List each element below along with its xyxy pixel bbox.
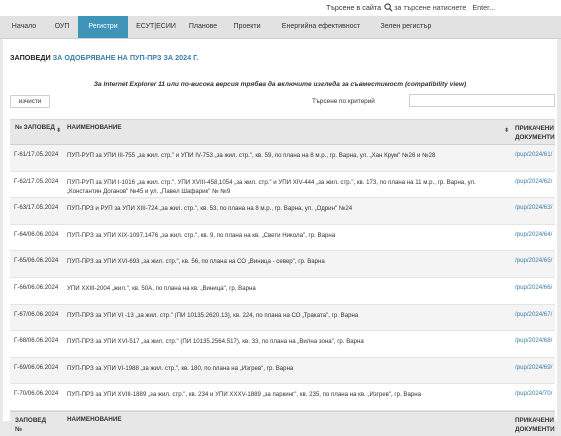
table-body: Г-61/17.05.2024 ПУП-РУП за УПИ III-755 „… xyxy=(10,145,555,411)
attached-doc-link[interactable]: /pup/2024/69/ xyxy=(515,364,552,371)
page-title-rest: ЗА ОДОБРЯВАНЕ НА ПУП-ПРЗ ЗА 2024 Г. xyxy=(52,53,199,62)
attached-doc-link[interactable]: /pup/2024/67/ xyxy=(515,311,552,318)
main-nav: Начало ОУП Регистри ЕСУТ|ЕСИИ Планове Пр… xyxy=(0,16,561,39)
compatibility-notice: За Internet Explorer 11 или по-висока ве… xyxy=(93,81,467,88)
table-row: Г-63/17.05.2024 ПУП-ПРЗ и РУП за УПИ XII… xyxy=(10,198,555,225)
nav-item-projects[interactable]: Проекти xyxy=(229,16,265,38)
table-row: Г-64/06.06.2024 ПУП-ПРЗ за УПИ XIX-1097,… xyxy=(10,224,555,252)
column-header-docs-line1: ПРИКАЧЕНИ xyxy=(515,125,554,132)
footer-column-docs: ПРИКАЧЕНИ ДОКУМЕНТИ xyxy=(515,416,555,434)
nav-item-oup[interactable]: ОУП xyxy=(46,16,78,38)
filter-input[interactable] xyxy=(409,94,555,107)
search-input[interactable] xyxy=(394,3,535,12)
table-row: Г-67/06.06.2024 ПУП-ПРЗ за УПИ VI -13 „з… xyxy=(10,304,555,332)
order-number: Г-62/17.05.2024 xyxy=(14,177,59,185)
table-header: № ЗАПОВЕД ⬍ НАИМЕНОВАНИЕ ⬍ ПРИКАЧЕНИ ДОК… xyxy=(10,119,555,145)
order-name: ПУП-ПРЗ за УПИ XVI-693 „за жил. стр.", к… xyxy=(67,258,325,266)
order-name: ПУП-ПРЗ за УПИ VI-1988 „за жил. стр.", к… xyxy=(67,364,294,372)
footer-column-number: ЗАПОВЕД № xyxy=(15,416,46,434)
column-header-docs-line2: ДОКУМЕНТИ xyxy=(515,134,555,141)
footer-column-number-line1: ЗАПОВЕД xyxy=(15,416,47,424)
nav-item-home[interactable]: Начало xyxy=(4,16,44,38)
order-number: Г-67/06.06.2024 xyxy=(14,310,59,318)
order-number: Г-61/17.05.2024 xyxy=(14,151,59,158)
attached-doc-link[interactable]: /pup/2024/66/ xyxy=(515,284,552,291)
attached-doc-link[interactable]: /pup/2024/62/ xyxy=(515,178,552,185)
search-label: Търсене в сайта xyxy=(326,3,382,12)
nav-item-registers[interactable]: Регистри xyxy=(78,16,128,38)
table-footer: ЗАПОВЕД № НАИМЕНОВАНИЕ ПРИКАЧЕНИ ДОКУМЕН… xyxy=(10,410,555,436)
order-number: Г-68/06.06.2024 xyxy=(14,337,59,345)
order-number: Г-69/06.06.2024 xyxy=(14,363,59,371)
table-row: Г-69/06.06.2024 ПУП-ПРЗ за УПИ VI-1988 „… xyxy=(10,357,555,385)
footer-column-name: НАИМЕНОВАНИЕ xyxy=(67,415,122,423)
clear-button[interactable]: изчисти xyxy=(10,95,50,108)
order-name: ПУП-ПРЗ за УПИ XVI-517 „за жил. стр." (П… xyxy=(67,338,364,346)
sort-icon[interactable]: ⬍ xyxy=(504,127,509,134)
attached-doc-link[interactable]: /pup/2024/64/ xyxy=(515,231,552,238)
table-row: Г-61/17.05.2024 ПУП-РУП за УПИ III-755 „… xyxy=(10,145,555,172)
site-search: Търсене в сайта xyxy=(326,1,535,14)
filter-label: Търсене по критерий xyxy=(312,98,375,105)
footer-column-docs-line1: ПРИКАЧЕНИ xyxy=(515,416,554,424)
order-name: ПУП-РУП за УПИ III-755 „за жил. стр." и … xyxy=(67,152,436,159)
attached-doc-link[interactable]: /pup/2024/63/ xyxy=(515,204,552,211)
order-name: ПУП-РУП за УПИ I-1016 „за жил. стр.", УП… xyxy=(67,178,476,196)
nav-item-green-register[interactable]: Зелен регистър xyxy=(373,16,439,38)
column-header-name[interactable]: НАИМЕНОВАНИЕ xyxy=(67,124,122,131)
order-number: Г-66/06.06.2024 xyxy=(14,283,59,291)
top-search-bar: Търсене в сайта xyxy=(0,0,561,16)
order-name: ПУП-ПРЗ за УПИ XIX-1097,1476 „за жил. ст… xyxy=(67,231,336,239)
column-header-number[interactable]: № ЗАПОВЕД xyxy=(15,124,55,131)
nav-item-esut[interactable]: ЕСУТ|ЕСИИ xyxy=(131,16,181,38)
sort-icon[interactable]: ⬍ xyxy=(56,127,61,134)
order-number: Г-64/06.06.2024 xyxy=(14,230,59,238)
attached-doc-link[interactable]: /pup/2024/65/ xyxy=(515,257,552,264)
footer-column-number-line2: № xyxy=(15,425,23,433)
nav-item-plans[interactable]: Планове xyxy=(183,16,223,38)
order-name: УПИ XXIII-2004 „жил.", кв. 50А, по плана… xyxy=(67,284,256,292)
order-number: Г-63/17.05.2024 xyxy=(14,204,59,212)
order-name: ПУП-ПРЗ за УПИ XVIII-1889 „за жил. стр."… xyxy=(67,391,422,399)
orders-table: № ЗАПОВЕД ⬍ НАИМЕНОВАНИЕ ⬍ ПРИКАЧЕНИ ДОК… xyxy=(10,119,555,436)
table-row: Г-68/06.06.2024 ПУП-ПРЗ за УПИ XVI-517 „… xyxy=(10,331,555,358)
page-title-prefix: ЗАПОВЕДИ xyxy=(10,53,51,62)
attached-doc-link[interactable]: /pup/2024/70/ xyxy=(515,390,552,397)
order-name: ПУП-ПРЗ и РУП за УПИ XIII-724 „за жил. с… xyxy=(67,205,353,213)
footer-column-docs-line2: ДОКУМЕНТИ xyxy=(515,425,555,433)
order-number: Г-70/06.06.2024 xyxy=(14,390,59,398)
page-title: ЗАПОВЕДИ ЗА ОДОБРЯВАНЕ НА ПУП-ПРЗ ЗА 202… xyxy=(10,53,198,62)
table-row: Г-65/06.06.2024 ПУП-ПРЗ за УПИ XVI-693 „… xyxy=(10,251,555,278)
table-row: Г-70/06.06.2024 ПУП-ПРЗ за УПИ XVIII-188… xyxy=(10,384,555,411)
order-name: ПУП-ПРЗ за УПИ VI -13 „за жил. стр." (ПИ… xyxy=(67,311,359,319)
table-row: Г-62/17.05.2024 ПУП-РУП за УПИ I-1016 „з… xyxy=(10,171,555,199)
order-number: Г-65/06.06.2024 xyxy=(14,257,59,265)
attached-doc-link[interactable]: /pup/2024/61/ xyxy=(515,151,552,158)
table-row: Г-66/06.06.2024 УПИ XXIII-2004 „жил.", к… xyxy=(10,277,555,305)
nav-item-energy-efficiency[interactable]: Енергийна ефективност xyxy=(271,16,371,38)
search-icon[interactable] xyxy=(384,3,393,12)
content-panel: ЗАПОВЕДИ ЗА ОДОБРЯВАНЕ НА ПУП-ПРЗ ЗА 202… xyxy=(3,39,557,436)
attached-doc-link[interactable]: /pup/2024/68/ xyxy=(515,337,552,344)
column-header-docs[interactable]: ПРИКАЧЕНИ ДОКУМЕНТИ xyxy=(515,124,555,142)
